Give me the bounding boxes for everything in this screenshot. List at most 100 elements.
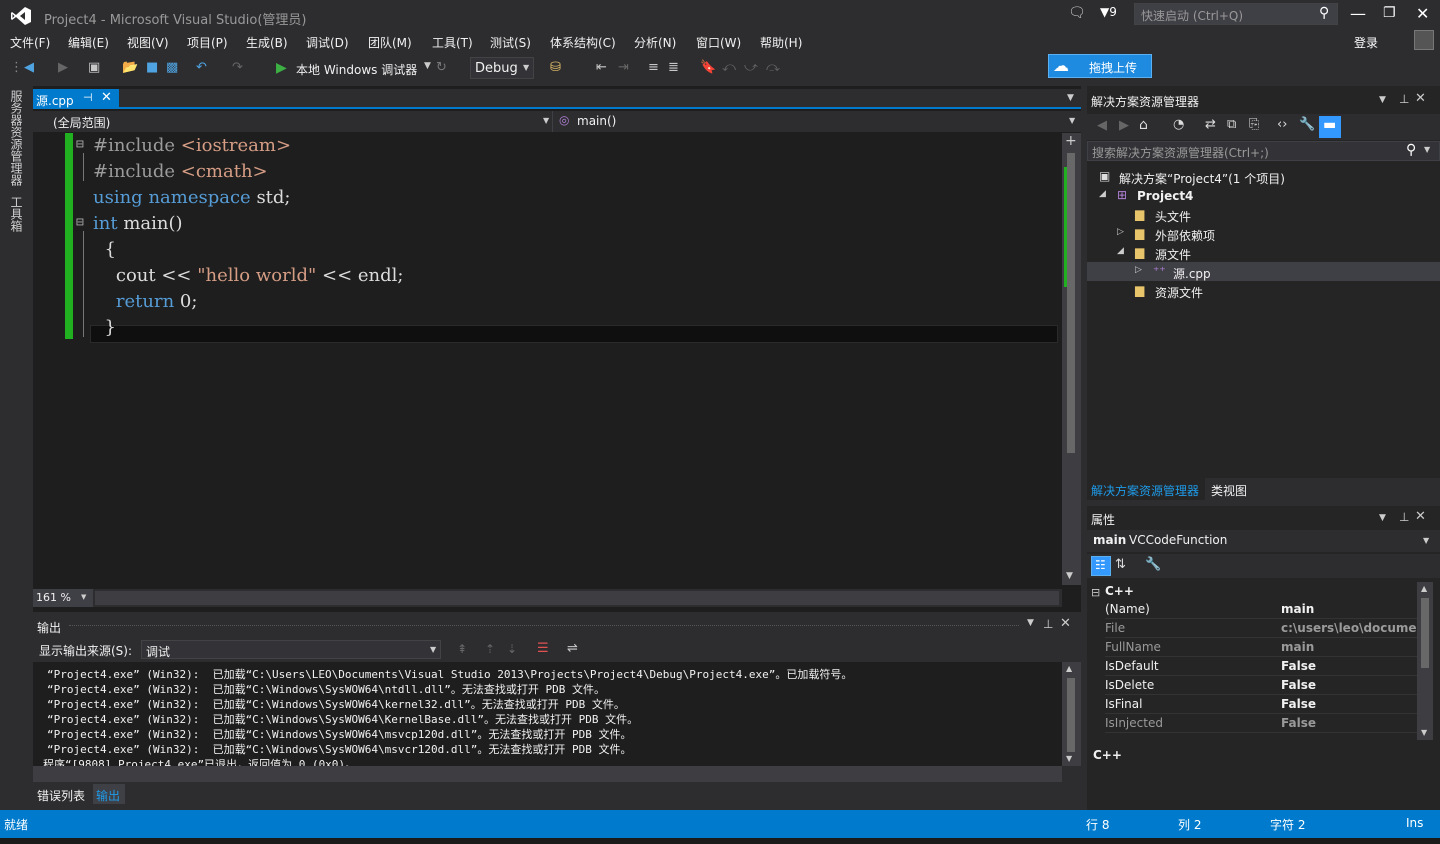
redo-icon[interactable]: ↷: [232, 60, 243, 76]
quick-launch-input[interactable]: 快速启动 (Ctrl+Q) ⚲: [1134, 3, 1338, 25]
bookmark-icon[interactable]: 🔖: [700, 60, 716, 76]
uncomment-icon[interactable]: ≣: [668, 60, 679, 76]
scrollbar-thumb[interactable]: [1421, 598, 1429, 668]
tab-error-list[interactable]: 错误列表: [37, 787, 85, 804]
comment-icon[interactable]: ≡: [648, 60, 659, 76]
property-row[interactable]: IsDelete False: [1105, 676, 1417, 695]
tree-item[interactable]: ◢ ⊞ Project4: [1087, 187, 1440, 206]
prev-message-icon[interactable]: ⇡: [485, 642, 495, 656]
property-row[interactable]: IsFinal False: [1105, 695, 1417, 714]
collapse-category-icon[interactable]: ⊟: [1091, 586, 1100, 599]
code-text-area[interactable]: ⊟ ⊟ #include <iostream> #include <cmath> u…: [62, 133, 1062, 585]
split-icon[interactable]: +: [1065, 133, 1077, 149]
find-message-icon[interactable]: ⇞: [457, 642, 467, 656]
tree-item[interactable]: ◢ ▆ 源文件: [1087, 244, 1440, 263]
tree-item[interactable]: ▆ 资源文件: [1087, 282, 1440, 301]
alphabetical-icon[interactable]: ⇅: [1115, 557, 1126, 572]
pin-icon[interactable]: ⊥: [1043, 617, 1053, 631]
forward-icon[interactable]: ▶: [58, 60, 68, 76]
property-row[interactable]: File c:\users\leo\documents\: [1105, 619, 1417, 638]
properties-icon[interactable]: 🔧: [1299, 117, 1315, 132]
tree-item[interactable]: ▆ 头文件: [1087, 206, 1440, 225]
next-message-icon[interactable]: ⇣: [507, 642, 517, 656]
notifications[interactable]: ▼9: [1100, 5, 1117, 19]
tab-output[interactable]: 输出: [93, 784, 125, 804]
back-icon[interactable]: ◀: [1097, 118, 1107, 133]
menu-item[interactable]: 窗口(W): [696, 34, 741, 51]
panel-menu-icon[interactable]: ▼: [1379, 95, 1386, 105]
panel-menu-icon[interactable]: ▼: [1379, 513, 1386, 523]
property-row[interactable]: IsDefault False: [1105, 657, 1417, 676]
pin-icon[interactable]: ⊣: [83, 91, 93, 104]
output-text[interactable]: “Project4.exe” (Win32): 已加载“C:\Users\LEO…: [33, 662, 1062, 766]
property-row[interactable]: IsInjected False: [1105, 714, 1417, 733]
scroll-up-icon[interactable]: ▲: [1421, 584, 1427, 593]
prev-bookmark-icon[interactable]: ⤺: [722, 60, 736, 76]
menu-item[interactable]: 文件(F): [10, 34, 50, 51]
scroll-down-icon[interactable]: ▼: [1421, 728, 1427, 737]
property-row[interactable]: FullName main: [1105, 638, 1417, 657]
scrollbar-thumb[interactable]: [1067, 153, 1075, 453]
tree-item[interactable]: ▷ ⁺⁺ 源.cpp: [1087, 263, 1440, 282]
menu-item[interactable]: 帮助(H): [760, 34, 802, 51]
output-vertical-scrollbar[interactable]: ▲ ▼: [1062, 662, 1081, 766]
collapse-icon[interactable]: ⊟: [76, 215, 84, 230]
output-horizontal-scrollbar[interactable]: [33, 766, 1062, 782]
view-code-icon[interactable]: ‹›: [1277, 117, 1287, 132]
tab-source-cpp[interactable]: 源.cpp ⊣ ✕: [33, 89, 119, 109]
pin-icon[interactable]: ⊥: [1399, 92, 1409, 106]
collapsed-arrow-icon[interactable]: ▷: [1135, 265, 1142, 275]
menu-item[interactable]: 视图(V): [127, 34, 169, 51]
feedback-icon[interactable]: 🗨: [1068, 5, 1086, 21]
collapse-all-icon[interactable]: ⧉: [1227, 117, 1236, 132]
word-wrap-icon[interactable]: ⇌: [567, 641, 578, 656]
undo-icon[interactable]: ↶: [196, 60, 207, 76]
refresh-icon[interactable]: ↻: [436, 60, 447, 76]
menu-item[interactable]: 团队(M): [368, 34, 412, 51]
close-panel-icon[interactable]: ✕: [1415, 91, 1426, 106]
avatar[interactable]: [1414, 30, 1434, 50]
panel-menu-icon[interactable]: ▼: [1027, 618, 1034, 628]
close-panel-icon[interactable]: ✕: [1060, 616, 1071, 631]
tree-item[interactable]: ▣ 解决方案“Project4”(1 个项目): [1087, 168, 1440, 187]
property-pages-icon[interactable]: 🔧: [1145, 557, 1161, 572]
categorized-button[interactable]: ☷: [1091, 556, 1111, 576]
menu-item[interactable]: 项目(P): [187, 34, 228, 51]
show-all-files-icon[interactable]: ⎘: [1249, 117, 1259, 132]
new-project-icon[interactable]: ▣: [88, 60, 100, 76]
tab-class-view[interactable]: 类视图: [1211, 482, 1247, 499]
close-tab-icon[interactable]: ✕: [101, 90, 112, 105]
collapsed-arrow-icon[interactable]: ▷: [1117, 227, 1124, 237]
menu-item[interactable]: 调试(D): [306, 34, 349, 51]
properties-scrollbar[interactable]: ▲ ▼: [1417, 582, 1433, 740]
vertical-scrollbar[interactable]: + ▼: [1062, 133, 1081, 585]
clear-all-icon[interactable]: ☰: [537, 641, 549, 656]
close-panel-icon[interactable]: ✕: [1415, 509, 1426, 524]
output-source-select[interactable]: 调试 ▼: [141, 640, 441, 659]
object-selector[interactable]: main VCCodeFunction ▼: [1087, 530, 1440, 552]
minimize-button[interactable]: —: [1350, 4, 1366, 23]
member-dropdown[interactable]: ◎ main() ▼: [555, 111, 1081, 132]
horizontal-scrollbar[interactable]: [95, 591, 1059, 605]
property-row[interactable]: (Name) main: [1105, 600, 1417, 619]
restore-button[interactable]: ❐: [1383, 5, 1396, 21]
scrollbar-thumb[interactable]: [1067, 678, 1075, 752]
outdent-icon[interactable]: ⇥: [618, 60, 629, 76]
collapse-icon[interactable]: ⊟: [76, 137, 84, 152]
scroll-up-icon[interactable]: ▲: [1066, 664, 1072, 673]
tab-list-icon[interactable]: ▼: [1067, 93, 1074, 103]
menu-item[interactable]: 体系结构(C): [550, 34, 616, 51]
home-icon[interactable]: ⌂: [1139, 117, 1148, 133]
clear-bookmarks-icon[interactable]: ⤼: [766, 60, 780, 76]
login-link[interactable]: 登录: [1354, 34, 1378, 51]
scope-dropdown[interactable]: (全局范围) ▼: [33, 111, 553, 132]
tab-solution-explorer[interactable]: 解决方案资源管理器: [1087, 478, 1205, 500]
upload-button[interactable]: ☁ 拖拽上传: [1048, 54, 1152, 78]
preview-selected-button[interactable]: ▬: [1319, 116, 1341, 138]
configuration-select[interactable]: Debug ▼: [470, 57, 534, 79]
pin-icon[interactable]: ⊥: [1399, 510, 1409, 524]
sync-icon[interactable]: ⇄: [1205, 117, 1216, 132]
pending-changes-icon[interactable]: ◔: [1173, 117, 1184, 132]
menu-item[interactable]: 编辑(E): [68, 34, 109, 51]
zoom-select[interactable]: 161 % ▼: [33, 589, 93, 607]
